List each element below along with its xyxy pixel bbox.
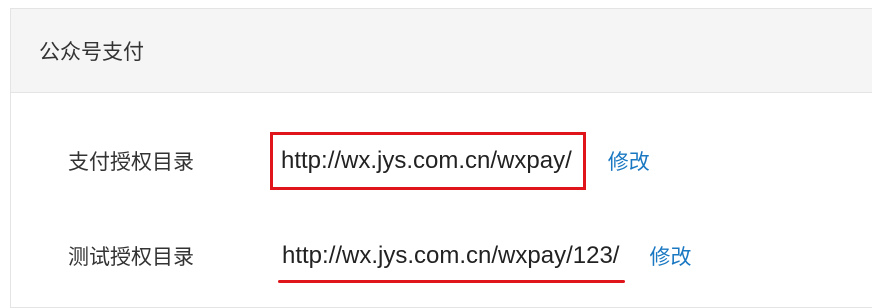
payment-auth-directory-label: 支付授权目录 [68, 150, 194, 174]
url-underline-highlight [278, 280, 626, 283]
test-auth-directory-url-wrap: http://wx.jys.com.cn/wxpay/123/ [270, 227, 627, 285]
payment-auth-directory-url: http://wx.jys.com.cn/wxpay/ [270, 132, 586, 190]
test-auth-directory-label: 测试授权目录 [68, 245, 194, 269]
edit-payment-directory-link[interactable]: 修改 [608, 146, 650, 176]
test-auth-directory-url: http://wx.jys.com.cn/wxpay/123/ [282, 242, 620, 269]
payment-auth-directory-row: 支付授权目录 http://wx.jys.com.cn/wxpay/ 修改 [68, 132, 650, 190]
test-auth-directory-row: 测试授权目录 http://wx.jys.com.cn/wxpay/123/ 修… [68, 228, 691, 284]
panel-header: 公众号支付 [11, 9, 872, 93]
edit-test-directory-link[interactable]: 修改 [649, 241, 691, 271]
panel-title: 公众号支付 [39, 39, 144, 64]
